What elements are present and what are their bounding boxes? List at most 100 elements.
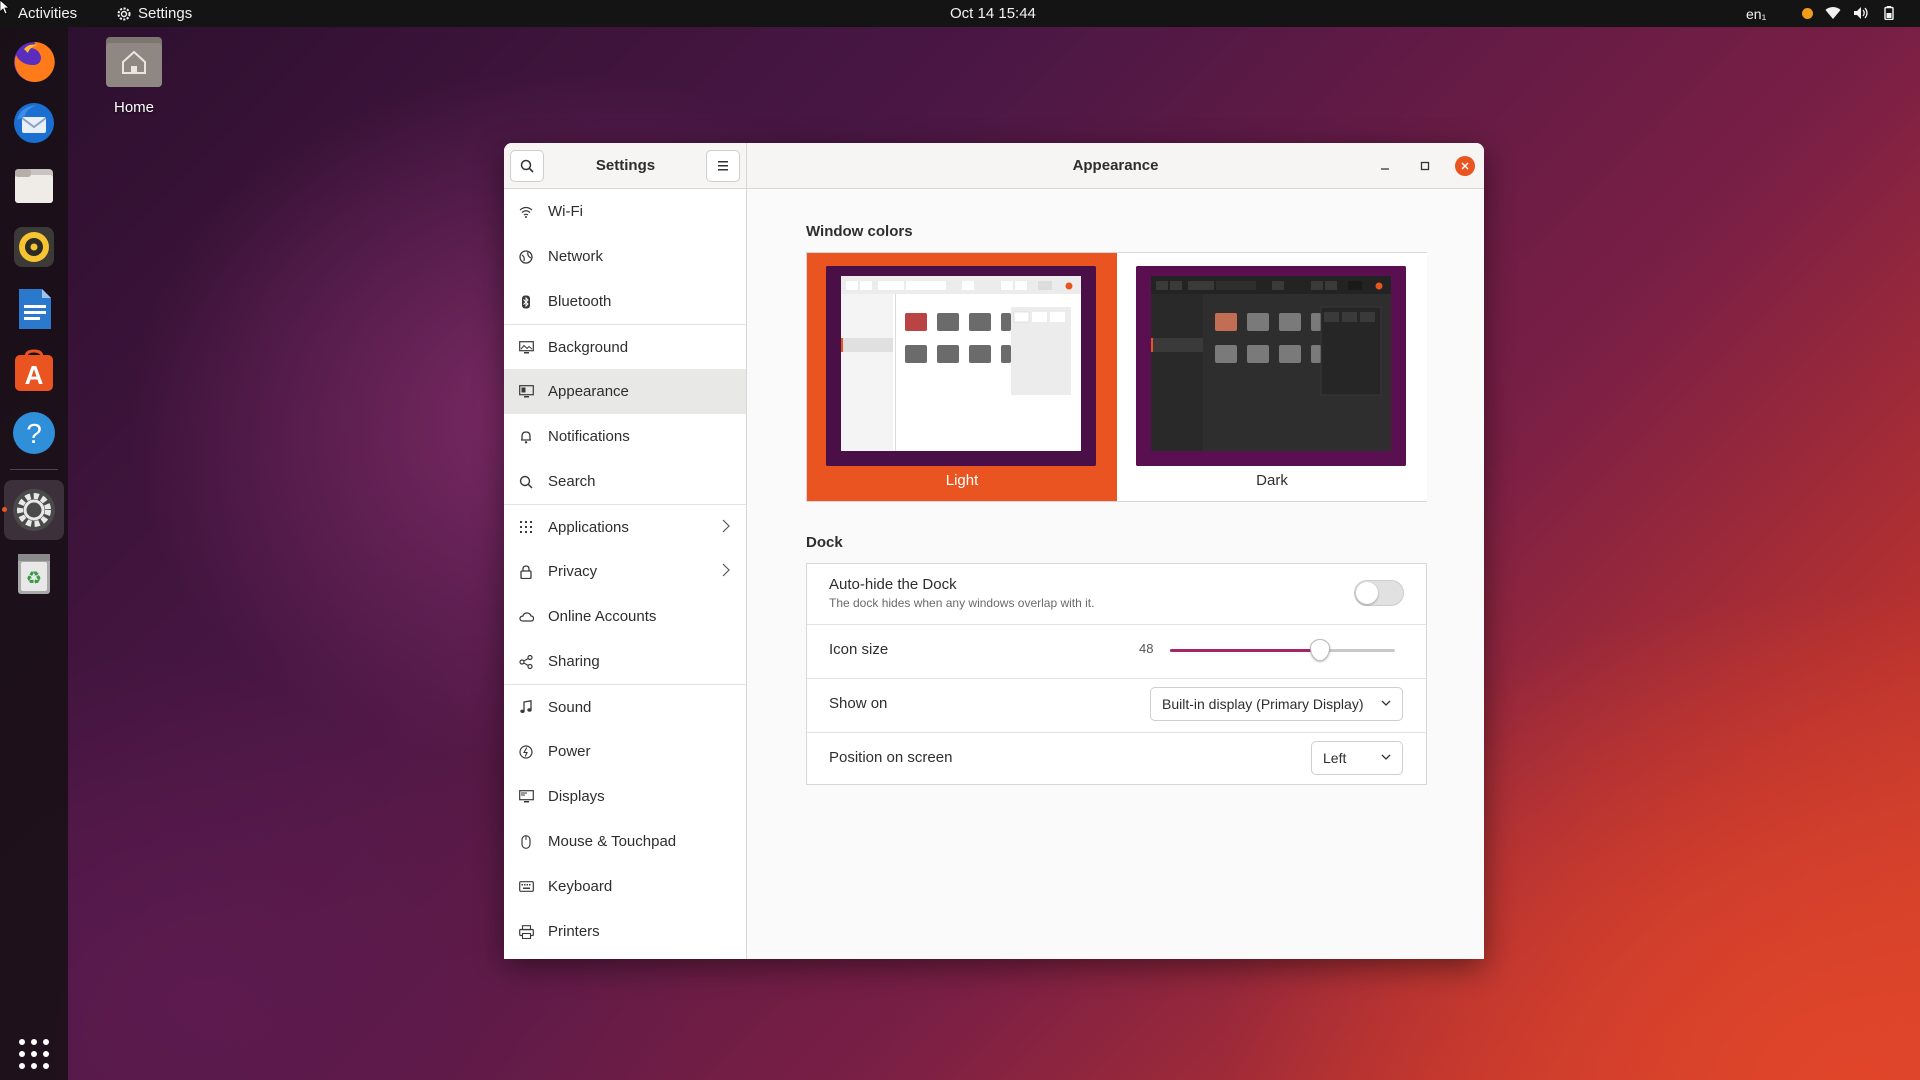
clock[interactable]: Oct 14 15:44 [950, 5, 1036, 22]
slider-handle[interactable] [1309, 639, 1330, 661]
sidebar-item-appearance[interactable]: Appearance [504, 369, 746, 414]
autohide-subtitle: The dock hides when any windows overlap … [829, 596, 1095, 610]
update-notifier-icon[interactable] [1802, 7, 1813, 19]
sidebar-item-power[interactable]: Power [504, 729, 746, 774]
sidebar-item-printers[interactable]: Printers [504, 909, 746, 954]
dock-settings-list: Auto-hide the Dock The dock hides when a… [806, 563, 1427, 785]
rhythmbox-icon[interactable] [10, 223, 58, 271]
files-icon[interactable] [10, 161, 58, 209]
network-icon [518, 249, 534, 265]
toggle-knob [1356, 582, 1378, 604]
position-dropdown[interactable]: Left [1311, 741, 1403, 775]
position-label: Position on screen [829, 749, 953, 766]
sidebar-item-label: Applications [548, 518, 629, 536]
battery-icon [1884, 6, 1894, 20]
sidebar-item-bluetooth[interactable]: Bluetooth [504, 279, 746, 324]
keyboard-icon [518, 879, 534, 895]
trash-icon[interactable]: ♻ [10, 550, 58, 598]
show-on-dropdown[interactable]: Built-in display (Primary Display) [1150, 687, 1403, 721]
sidebar: Settings Wi-Fi Network Bluetooth Backgro… [504, 143, 747, 959]
input-language-indicator[interactable]: en₁ [1746, 6, 1766, 22]
icon-size-row: Icon size 48 [807, 625, 1426, 679]
icon-size-slider[interactable] [1170, 639, 1395, 661]
chevron-down-icon [1381, 700, 1391, 706]
sidebar-item-sound[interactable]: Sound [504, 684, 746, 729]
autohide-row[interactable]: Auto-hide the Dock The dock hides when a… [807, 564, 1426, 625]
system-tray[interactable] [1802, 6, 1897, 20]
mouse-icon [518, 834, 534, 850]
icon-size-label: Icon size [829, 641, 889, 658]
bluetooth-icon [518, 294, 534, 310]
maximize-button[interactable] [1415, 156, 1435, 176]
sidebar-item-label: Notifications [548, 428, 630, 445]
window-colors-chooser: Light Dark [806, 252, 1427, 502]
sidebar-item-privacy[interactable]: Privacy [504, 549, 746, 594]
dock: A ? ♻ [0, 27, 68, 1080]
sidebar-item-wifi[interactable]: Wi-Fi [504, 189, 746, 234]
light-theme-preview [826, 266, 1096, 466]
libreoffice-writer-icon[interactable] [10, 285, 58, 333]
sidebar-item-label: Keyboard [548, 878, 613, 895]
chevron-down-icon [1381, 754, 1391, 760]
svg-text:A: A [25, 360, 44, 390]
sidebar-item-displays[interactable]: Displays [504, 774, 746, 819]
ubuntu-software-icon[interactable]: A [10, 347, 58, 395]
sidebar-item-label: Privacy [548, 563, 598, 580]
sidebar-item-applications[interactable]: Applications [504, 504, 746, 549]
bell-icon [518, 429, 534, 445]
chevron-right-icon [722, 519, 730, 536]
app-menu[interactable]: Settings [116, 5, 192, 22]
show-applications-icon[interactable] [10, 1030, 58, 1078]
volume-icon [1854, 7, 1868, 19]
power-icon [518, 744, 534, 760]
dock-separator [10, 469, 58, 470]
main-menu-button[interactable] [706, 150, 740, 182]
sidebar-item-label: Power [548, 743, 591, 760]
theme-option-label: Light [945, 472, 979, 489]
main-panel: Appearance Window colors Light Dark Dock… [747, 143, 1484, 959]
grid-icon [518, 519, 534, 535]
mouse-cursor-icon [0, 0, 10, 14]
chevron-right-icon [722, 563, 730, 580]
show-on-label: Show on [829, 695, 888, 712]
sidebar-header: Settings [504, 143, 746, 189]
close-button[interactable] [1455, 156, 1475, 176]
appearance-icon [518, 384, 534, 400]
settings-icon[interactable] [4, 480, 64, 540]
firefox-icon[interactable] [10, 38, 58, 86]
page-title: Appearance [1072, 157, 1159, 174]
sidebar-item-label: Mouse & Touchpad [548, 833, 677, 850]
autohide-title: Auto-hide the Dock [829, 576, 957, 593]
sidebar-item-sharing[interactable]: Sharing [504, 639, 746, 684]
display-icon [518, 789, 534, 805]
sidebar-item-network[interactable]: Network [504, 234, 746, 279]
thunderbird-icon[interactable] [10, 99, 58, 147]
home-folder-icon [106, 37, 162, 87]
help-icon[interactable]: ? [10, 409, 58, 457]
sidebar-item-background[interactable]: Background [504, 324, 746, 369]
minimize-button[interactable] [1375, 156, 1395, 176]
sidebar-item-label: Appearance [548, 383, 629, 400]
theme-option-dark[interactable]: Dark [1117, 253, 1427, 501]
app-menu-label: Settings [138, 5, 193, 22]
sidebar-item-keyboard[interactable]: Keyboard [504, 864, 746, 909]
minimize-icon [1381, 168, 1389, 170]
svg-text:♻: ♻ [26, 568, 42, 589]
sidebar-item-online-accounts[interactable]: Online Accounts [504, 594, 746, 639]
sidebar-item-label: Network [548, 248, 604, 265]
autohide-toggle[interactable] [1354, 580, 1404, 606]
sidebar-item-label: Sharing [548, 653, 600, 670]
dark-theme-preview [1136, 266, 1406, 466]
sidebar-item-mouse-touchpad[interactable]: Mouse & Touchpad [504, 819, 746, 864]
sidebar-item-label: Sound [548, 698, 592, 716]
icon-size-value: 48 [1139, 641, 1154, 656]
desktop-home-folder[interactable]: Home [104, 36, 164, 116]
lock-icon [518, 564, 534, 580]
sidebar-item-search[interactable]: Search [504, 459, 746, 504]
theme-option-light[interactable]: Light [807, 253, 1117, 501]
printer-icon [518, 924, 534, 940]
activities-button[interactable]: Activities [18, 5, 77, 22]
maximize-icon [1420, 161, 1430, 171]
sidebar-item-notifications[interactable]: Notifications [504, 414, 746, 459]
music-note-icon [518, 699, 534, 715]
